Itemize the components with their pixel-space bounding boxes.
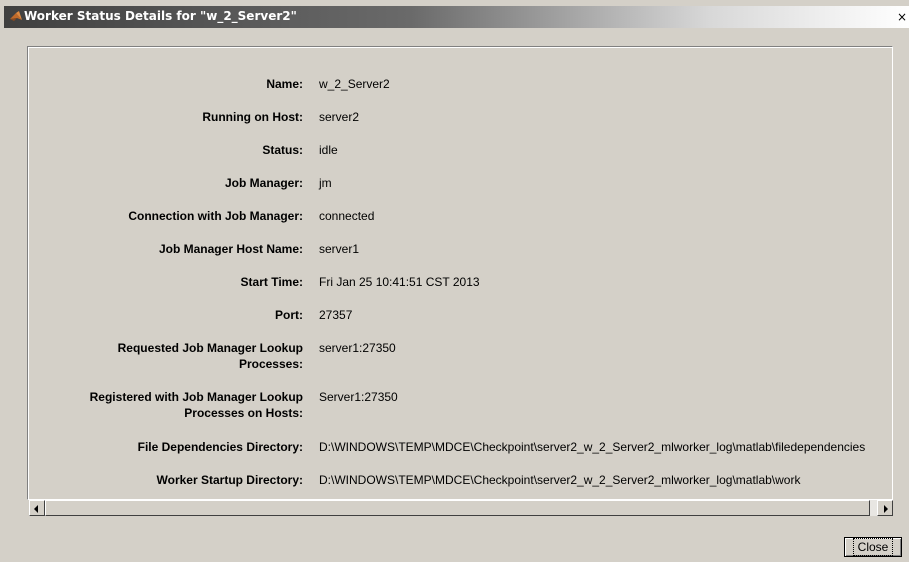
detail-label: Status: xyxy=(262,143,303,157)
detail-value: Server1:27350 xyxy=(319,390,398,404)
detail-value: w_2_Server2 xyxy=(319,77,390,91)
detail-label: Start Time: xyxy=(240,275,303,289)
horizontal-scrollbar[interactable] xyxy=(29,500,893,516)
detail-value: server1 xyxy=(319,242,360,256)
matlab-logo-icon xyxy=(8,9,24,25)
detail-label: Requested Job Manager Lookup Processes: xyxy=(28,340,303,372)
detail-label-line1: Registered with Job Manager Lookup xyxy=(89,390,303,404)
detail-label-line2: Processes: xyxy=(238,357,303,371)
arrow-right-icon xyxy=(884,505,888,513)
detail-value: D:\WINDOWS\TEMP\MDCE\Checkpoint\server2_… xyxy=(319,473,801,487)
detail-label: Name: xyxy=(266,77,303,91)
detail-label: Running on Host: xyxy=(202,110,303,124)
detail-value: Fri Jan 25 10:41:51 CST 2013 xyxy=(319,275,480,289)
close-window-button[interactable]: × xyxy=(895,10,909,24)
detail-label: Job Manager: xyxy=(224,176,303,190)
scroll-right-button[interactable] xyxy=(877,500,893,516)
detail-label: Connection with Job Manager: xyxy=(128,209,303,223)
detail-label: Job Manager Host Name: xyxy=(158,242,303,256)
detail-value: 27357 xyxy=(319,308,353,322)
detail-label-line1: Requested Job Manager Lookup xyxy=(117,341,303,355)
detail-label: Worker Startup Directory: xyxy=(156,473,303,487)
detail-value: server2 xyxy=(319,110,360,124)
detail-label-line2: Processes on Hosts: xyxy=(184,406,303,420)
scroll-thumb[interactable] xyxy=(45,500,870,516)
detail-value: jm xyxy=(319,176,332,190)
title-bar[interactable]: Worker Status Details for "w_2_Server2" … xyxy=(4,6,909,28)
close-button-label: Close xyxy=(852,538,894,556)
detail-value: connected xyxy=(319,209,375,223)
arrow-left-icon xyxy=(34,505,38,513)
detail-value: D:\WINDOWS\TEMP\MDCE\Checkpoint\server2_… xyxy=(319,440,866,454)
detail-value: idle xyxy=(319,143,338,157)
worker-status-dialog: Worker Status Details for "w_2_Server2" … xyxy=(0,0,909,562)
scroll-left-button[interactable] xyxy=(29,500,45,516)
detail-value: server1:27350 xyxy=(319,341,396,355)
window-title: Worker Status Details for "w_2_Server2" xyxy=(24,9,297,23)
details-panel: Name: w_2_Server2 Running on Host: serve… xyxy=(27,46,893,500)
close-button[interactable]: Close xyxy=(844,537,902,557)
detail-label: File Dependencies Directory: xyxy=(137,440,303,454)
detail-label: Port: xyxy=(275,308,303,322)
detail-label: Registered with Job Manager Lookup Proce… xyxy=(28,389,303,421)
